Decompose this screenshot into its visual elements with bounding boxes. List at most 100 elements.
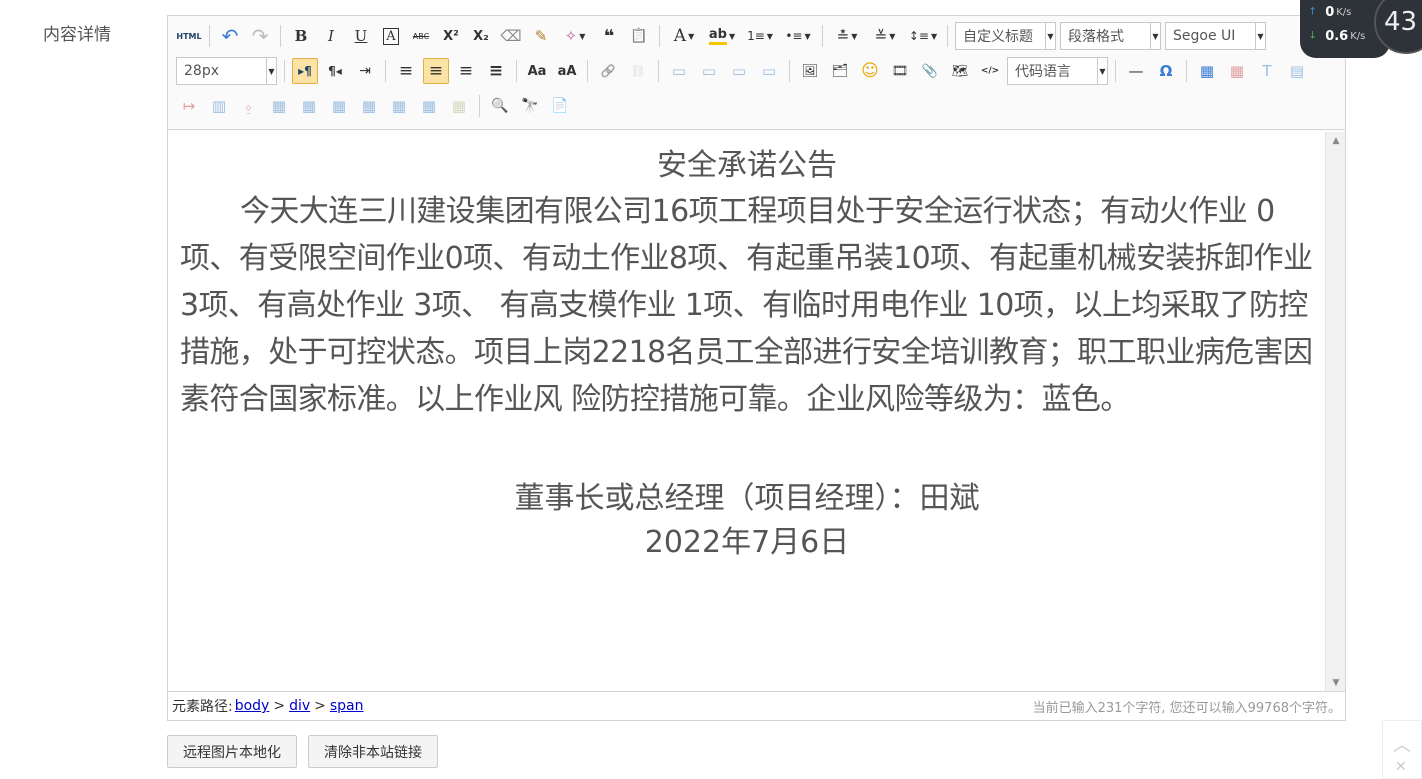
line-height-button[interactable]: ↕≡ ▼ <box>906 23 940 49</box>
unlink-icon: ⛓ <box>630 64 646 78</box>
font-border-button[interactable]: A <box>378 23 404 49</box>
subscript-button[interactable]: X₂ <box>468 23 494 49</box>
merge-cells-icon: ▦ <box>271 97 287 115</box>
scroll-down-icon[interactable]: ▼ <box>1326 674 1346 692</box>
close-icon[interactable]: ✕ <box>1395 759 1407 775</box>
align-center-button[interactable]: ≡ <box>423 58 449 84</box>
notice-date: 2022年7月6日 <box>644 525 850 560</box>
insert-row-after-button[interactable]: ↦ <box>176 93 202 119</box>
delete-table-button[interactable]: ▦ <box>1224 58 1250 84</box>
path-span-link[interactable]: span <box>330 698 364 714</box>
lowercase-button[interactable]: aA <box>554 58 580 84</box>
redo-icon: ↷ <box>251 24 269 48</box>
split-cells-button[interactable]: ▦ <box>356 93 382 119</box>
insert-caption-button[interactable]: T <box>1254 58 1280 84</box>
notice-body: 今天大连三川建设集团有限公司16项工程项目处于安全运行状态；有动火作业 0项、有… <box>180 194 1313 417</box>
map-button[interactable]: 🗺 <box>947 58 973 84</box>
row-spacing-top-button[interactable]: ≛ ▼ <box>830 23 864 49</box>
align-left-button[interactable]: ≡ <box>393 58 419 84</box>
superscript-button[interactable]: X² <box>438 23 464 49</box>
localize-remote-images-button[interactable]: 远程图片本地化 <box>167 735 297 768</box>
back-color-button[interactable]: ab ▼ <box>705 23 739 49</box>
path-body-link[interactable]: body <box>235 698 270 714</box>
format-brush-button[interactable]: ✎ <box>528 23 554 49</box>
html-source-button[interactable]: HTML <box>176 23 202 49</box>
font-color-button[interactable]: A ▼ <box>667 23 701 49</box>
link-button[interactable]: 🔗 <box>595 58 621 84</box>
blockquote-button[interactable]: ❝ <box>596 23 622 49</box>
back-to-top-panel[interactable]: ︿ ✕ <box>1382 720 1422 779</box>
direction-ltr-button[interactable]: ▸¶ <box>292 58 318 84</box>
autotype-button[interactable]: ✧ ▼ <box>558 23 592 49</box>
ordered-list-button[interactable]: 1≡ ▼ <box>743 23 777 49</box>
chevron-down-icon: ▼ <box>266 58 276 84</box>
insert-image-button[interactable]: 🖼 <box>797 58 823 84</box>
network-speed-widget[interactable]: 🡑 0 K/s 🡓 0.6 K/s 43 <box>1300 0 1422 60</box>
draft-button[interactable]: 📄 <box>547 93 573 119</box>
special-char-button[interactable]: Ω <box>1153 58 1179 84</box>
search-replace-button[interactable]: 🔭 <box>517 93 543 119</box>
separator <box>947 25 948 47</box>
line-height-icon: ↕≡ <box>908 29 929 43</box>
redo-button[interactable]: ↷ <box>247 23 273 49</box>
align-justify-button[interactable]: ≡ <box>483 58 509 84</box>
split-rows-button[interactable]: ▦ <box>386 93 412 119</box>
eraser-button[interactable]: ⌫ <box>498 23 524 49</box>
merge-right-button[interactable]: ▦ <box>296 93 322 119</box>
separator <box>479 95 480 117</box>
image-right-button[interactable]: ▭ <box>726 58 752 84</box>
underline-button[interactable]: U <box>348 23 374 49</box>
chevron-up-icon[interactable]: ︿ <box>1393 731 1411 757</box>
merge-cells-button[interactable]: ▦ <box>266 93 292 119</box>
unordered-list-button[interactable]: •≡ ▼ <box>781 23 815 49</box>
multi-image-button[interactable]: 🗂 <box>827 58 853 84</box>
insert-video-button[interactable]: 🎞 <box>887 58 913 84</box>
insert-col-after-button[interactable]: ⍚ <box>236 93 262 119</box>
custom-style-select[interactable]: 自定义标题 ▼ <box>955 22 1056 50</box>
paragraph-format-select[interactable]: 段落格式 ▼ <box>1060 22 1161 50</box>
editor-statusbar: 元素路径: body > div > span 当前已输入231个字符, 您还可… <box>168 691 1345 720</box>
bold-button[interactable]: B <box>288 23 314 49</box>
editor-content-area[interactable]: 安全承诺公告 今天大连三川建设集团有限公司16项工程项目处于安全运行状态；有动火… <box>168 132 1326 692</box>
emotion-button[interactable]: ☺ <box>857 58 883 84</box>
row-after-icon: ↦ <box>182 97 196 115</box>
preview-button[interactable]: 🔍 <box>487 93 513 119</box>
indent-button[interactable]: ⇥ <box>352 58 378 84</box>
image-left-button[interactable]: ▭ <box>696 58 722 84</box>
italic-button[interactable]: I <box>318 23 344 49</box>
insert-row-before-button[interactable]: ▤ <box>1284 58 1310 84</box>
align-right-button[interactable]: ≡ <box>453 58 479 84</box>
scroll-up-icon[interactable]: ▲ <box>1326 132 1346 150</box>
separator <box>280 25 281 47</box>
attachment-button[interactable]: 📎 <box>917 58 943 84</box>
chevron-down-icon: ▼ <box>889 31 896 41</box>
insert-col-before-button[interactable]: ▥ <box>206 93 232 119</box>
draft-icon: 📄 <box>551 98 569 114</box>
insert-code-button[interactable]: </> <box>977 58 1003 84</box>
uppercase-icon: Aa <box>527 63 547 79</box>
path-div-link[interactable]: div <box>289 698 310 714</box>
undo-button[interactable]: ↶ <box>217 23 243 49</box>
unlink-button[interactable]: ⛓ <box>625 58 651 84</box>
element-path-label: 元素路径: <box>172 699 233 715</box>
split-cols-button[interactable]: ▦ <box>416 93 442 119</box>
image-center-button[interactable]: ▭ <box>756 58 782 84</box>
image-none-button[interactable]: ▭ <box>666 58 692 84</box>
image-float-right-icon: ▭ <box>731 62 747 80</box>
code-language-select[interactable]: 代码语言 ▼ <box>1007 57 1108 85</box>
horizontal-rule-button[interactable]: — <box>1123 58 1149 84</box>
paste-plain-button[interactable]: 📋 <box>626 23 652 49</box>
direction-rtl-button[interactable]: ¶◂ <box>322 58 348 84</box>
chart-button[interactable]: ▦ <box>446 93 472 119</box>
font-size-select[interactable]: 28px ▼ <box>176 57 277 85</box>
uppercase-button[interactable]: Aa <box>524 58 550 84</box>
align-right-icon: ≡ <box>458 61 474 81</box>
strikethrough-button[interactable]: ABC <box>408 23 434 49</box>
clear-external-links-button[interactable]: 清除非本站链接 <box>308 735 438 768</box>
download-arrow-icon: 🡓 <box>1310 30 1316 41</box>
editor-scrollbar[interactable]: ▲ ▼ <box>1325 132 1345 692</box>
merge-down-button[interactable]: ▦ <box>326 93 352 119</box>
font-family-select[interactable]: Segoe UI ▼ <box>1165 22 1266 50</box>
row-spacing-bottom-button[interactable]: ≚ ▼ <box>868 23 902 49</box>
insert-table-button[interactable]: ▦ <box>1194 58 1220 84</box>
